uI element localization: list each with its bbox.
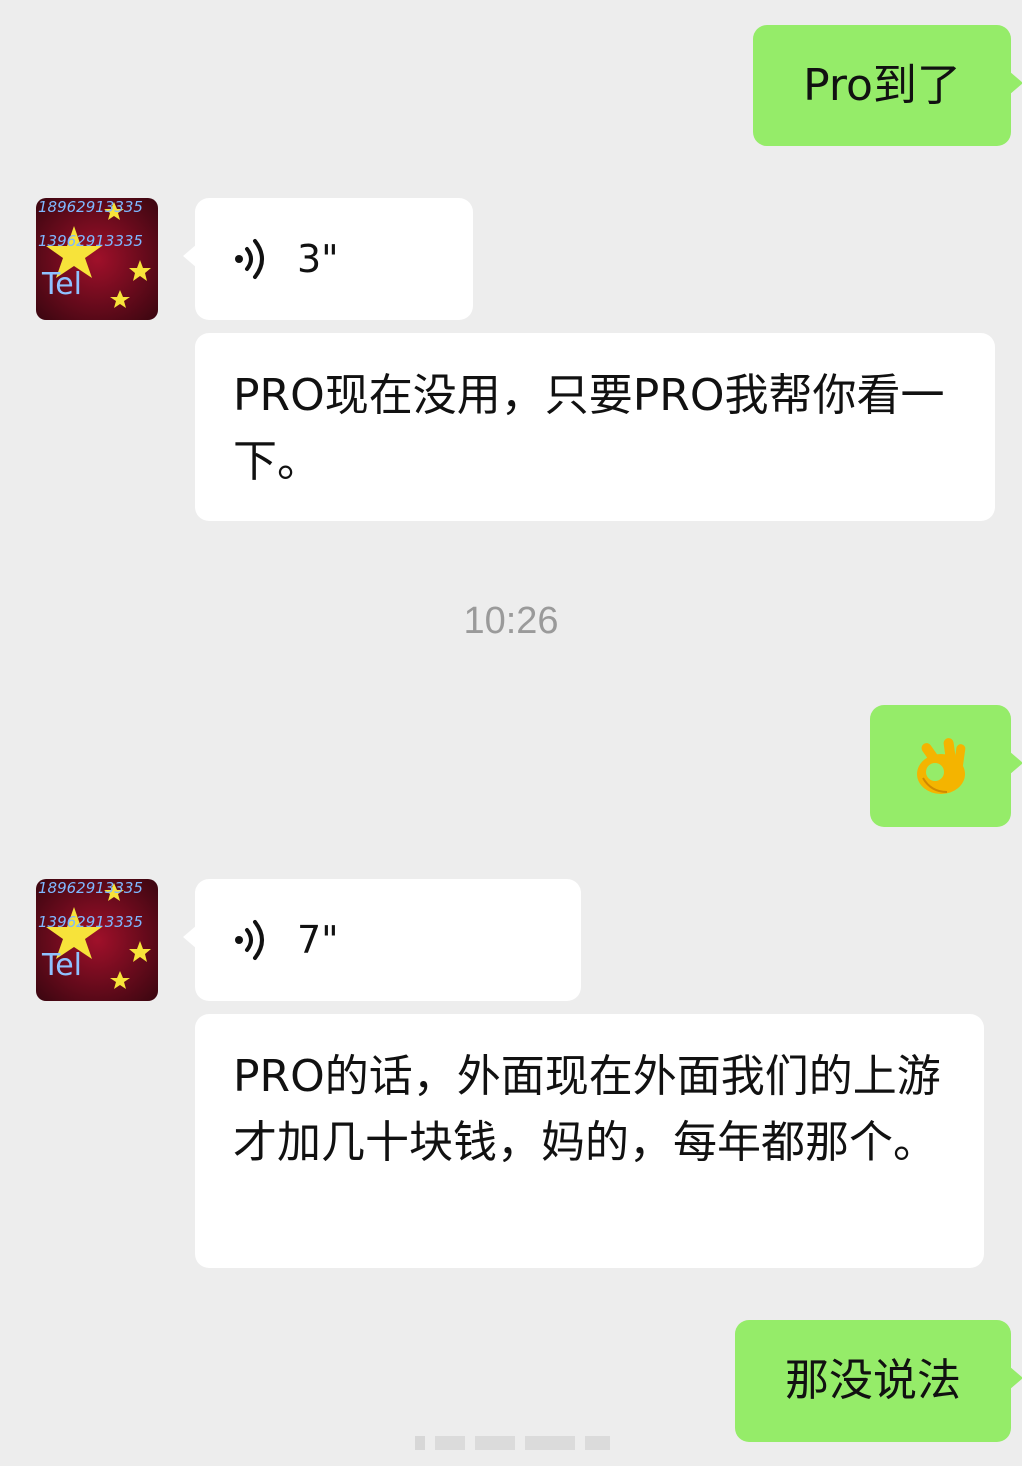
watermark bbox=[415, 1436, 610, 1450]
outgoing-emoji-bubble[interactable] bbox=[870, 705, 1022, 827]
incoming-message-bubble[interactable]: PRO的话，外面现在外面我们的上游才加几十块钱，妈的，每年都那个。 bbox=[195, 1014, 984, 1268]
ok-hand-icon bbox=[916, 738, 965, 794]
voice-duration: 7" bbox=[297, 918, 339, 962]
avatar-image: 18962913335 13962913335 Tel bbox=[36, 198, 158, 320]
avatar[interactable]: 18962913335 13962913335 Tel bbox=[36, 879, 158, 1001]
outgoing-message-bubble[interactable]: Pro到了 bbox=[753, 25, 1022, 146]
svg-text:18962913335: 18962913335 bbox=[38, 879, 143, 897]
svg-text:18962913335: 18962913335 bbox=[38, 198, 143, 216]
voice-duration: 3" bbox=[297, 237, 339, 281]
message-text: PRO的话，外面现在外面我们的上游才加几十块钱，妈的，每年都那个。 bbox=[233, 1051, 941, 1168]
svg-text:13962913335: 13962913335 bbox=[38, 913, 143, 931]
incoming-message-bubble[interactable]: PRO现在没用，只要PRO我帮你看一下。 bbox=[195, 333, 995, 521]
message-text: 那没说法 bbox=[785, 1355, 961, 1406]
outgoing-message-bubble[interactable]: 那没说法 bbox=[735, 1320, 1022, 1442]
voice-icon bbox=[235, 239, 264, 279]
voice-message-bubble[interactable]: 3" bbox=[183, 198, 473, 320]
avatar-image: 18962913335 13962913335 Tel bbox=[36, 879, 158, 1001]
svg-text:Tel: Tel bbox=[41, 948, 82, 983]
svg-text:13962913335: 13962913335 bbox=[38, 232, 143, 250]
voice-message-bubble[interactable]: 7" bbox=[183, 879, 581, 1001]
voice-icon bbox=[235, 920, 264, 960]
timestamp: 10:26 bbox=[463, 600, 559, 642]
avatar[interactable]: 18962913335 13962913335 Tel bbox=[36, 198, 158, 320]
svg-text:Tel: Tel bbox=[41, 267, 82, 302]
message-text: PRO现在没用，只要PRO我帮你看一下。 bbox=[233, 370, 945, 487]
message-text: Pro到了 bbox=[803, 59, 961, 111]
